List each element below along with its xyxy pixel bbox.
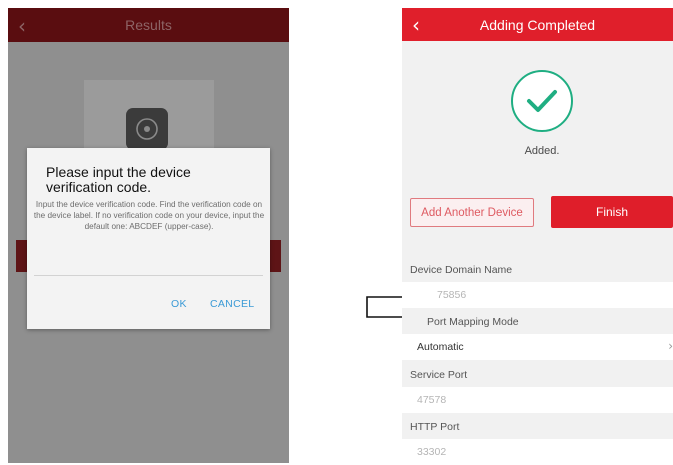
chevron-left-icon[interactable]: ‹: [18, 14, 26, 38]
results-screen: ‹ Results Please input the device verifi…: [8, 8, 289, 463]
add-another-device-button[interactable]: Add Another Device: [410, 198, 534, 227]
checkmark-circle-icon: [511, 70, 573, 132]
port-mapping-mode-select[interactable]: Automatic ›: [402, 334, 673, 360]
page-title: Adding Completed: [479, 16, 596, 33]
verification-code-dialog: Please input the device verification cod…: [27, 148, 270, 329]
dialog-divider: [34, 275, 263, 276]
chevron-right-icon: ›: [668, 339, 673, 353]
cancel-button[interactable]: CANCEL: [210, 298, 254, 310]
port-mapping-mode-value: Automatic: [417, 341, 464, 353]
http-port-label: HTTP Port: [410, 421, 460, 433]
results-header: ‹ Results: [8, 8, 289, 42]
port-mapping-mode-label: Port Mapping Mode: [427, 316, 519, 328]
camera-icon: [126, 108, 168, 150]
http-port-field[interactable]: 33302: [402, 439, 673, 465]
adding-completed-screen: ‹ Adding Completed Added. Add Another De…: [402, 8, 673, 465]
finish-button[interactable]: Finish: [551, 196, 673, 228]
page-title: Results: [125, 17, 172, 33]
ok-button[interactable]: OK: [171, 298, 187, 310]
dialog-title: Please input the device verification cod…: [46, 164, 191, 195]
service-port-field[interactable]: 47578: [402, 387, 673, 413]
device-domain-name-label: Device Domain Name: [410, 264, 513, 276]
service-port-label: Service Port: [410, 369, 468, 381]
dialog-message: Input the device verification code. Find…: [33, 200, 265, 231]
chevron-left-icon[interactable]: ‹: [412, 13, 420, 37]
device-domain-name-field[interactable]: 75856: [402, 282, 673, 308]
status-text: Added.: [524, 145, 560, 157]
adding-completed-header: ‹ Adding Completed: [402, 8, 673, 41]
